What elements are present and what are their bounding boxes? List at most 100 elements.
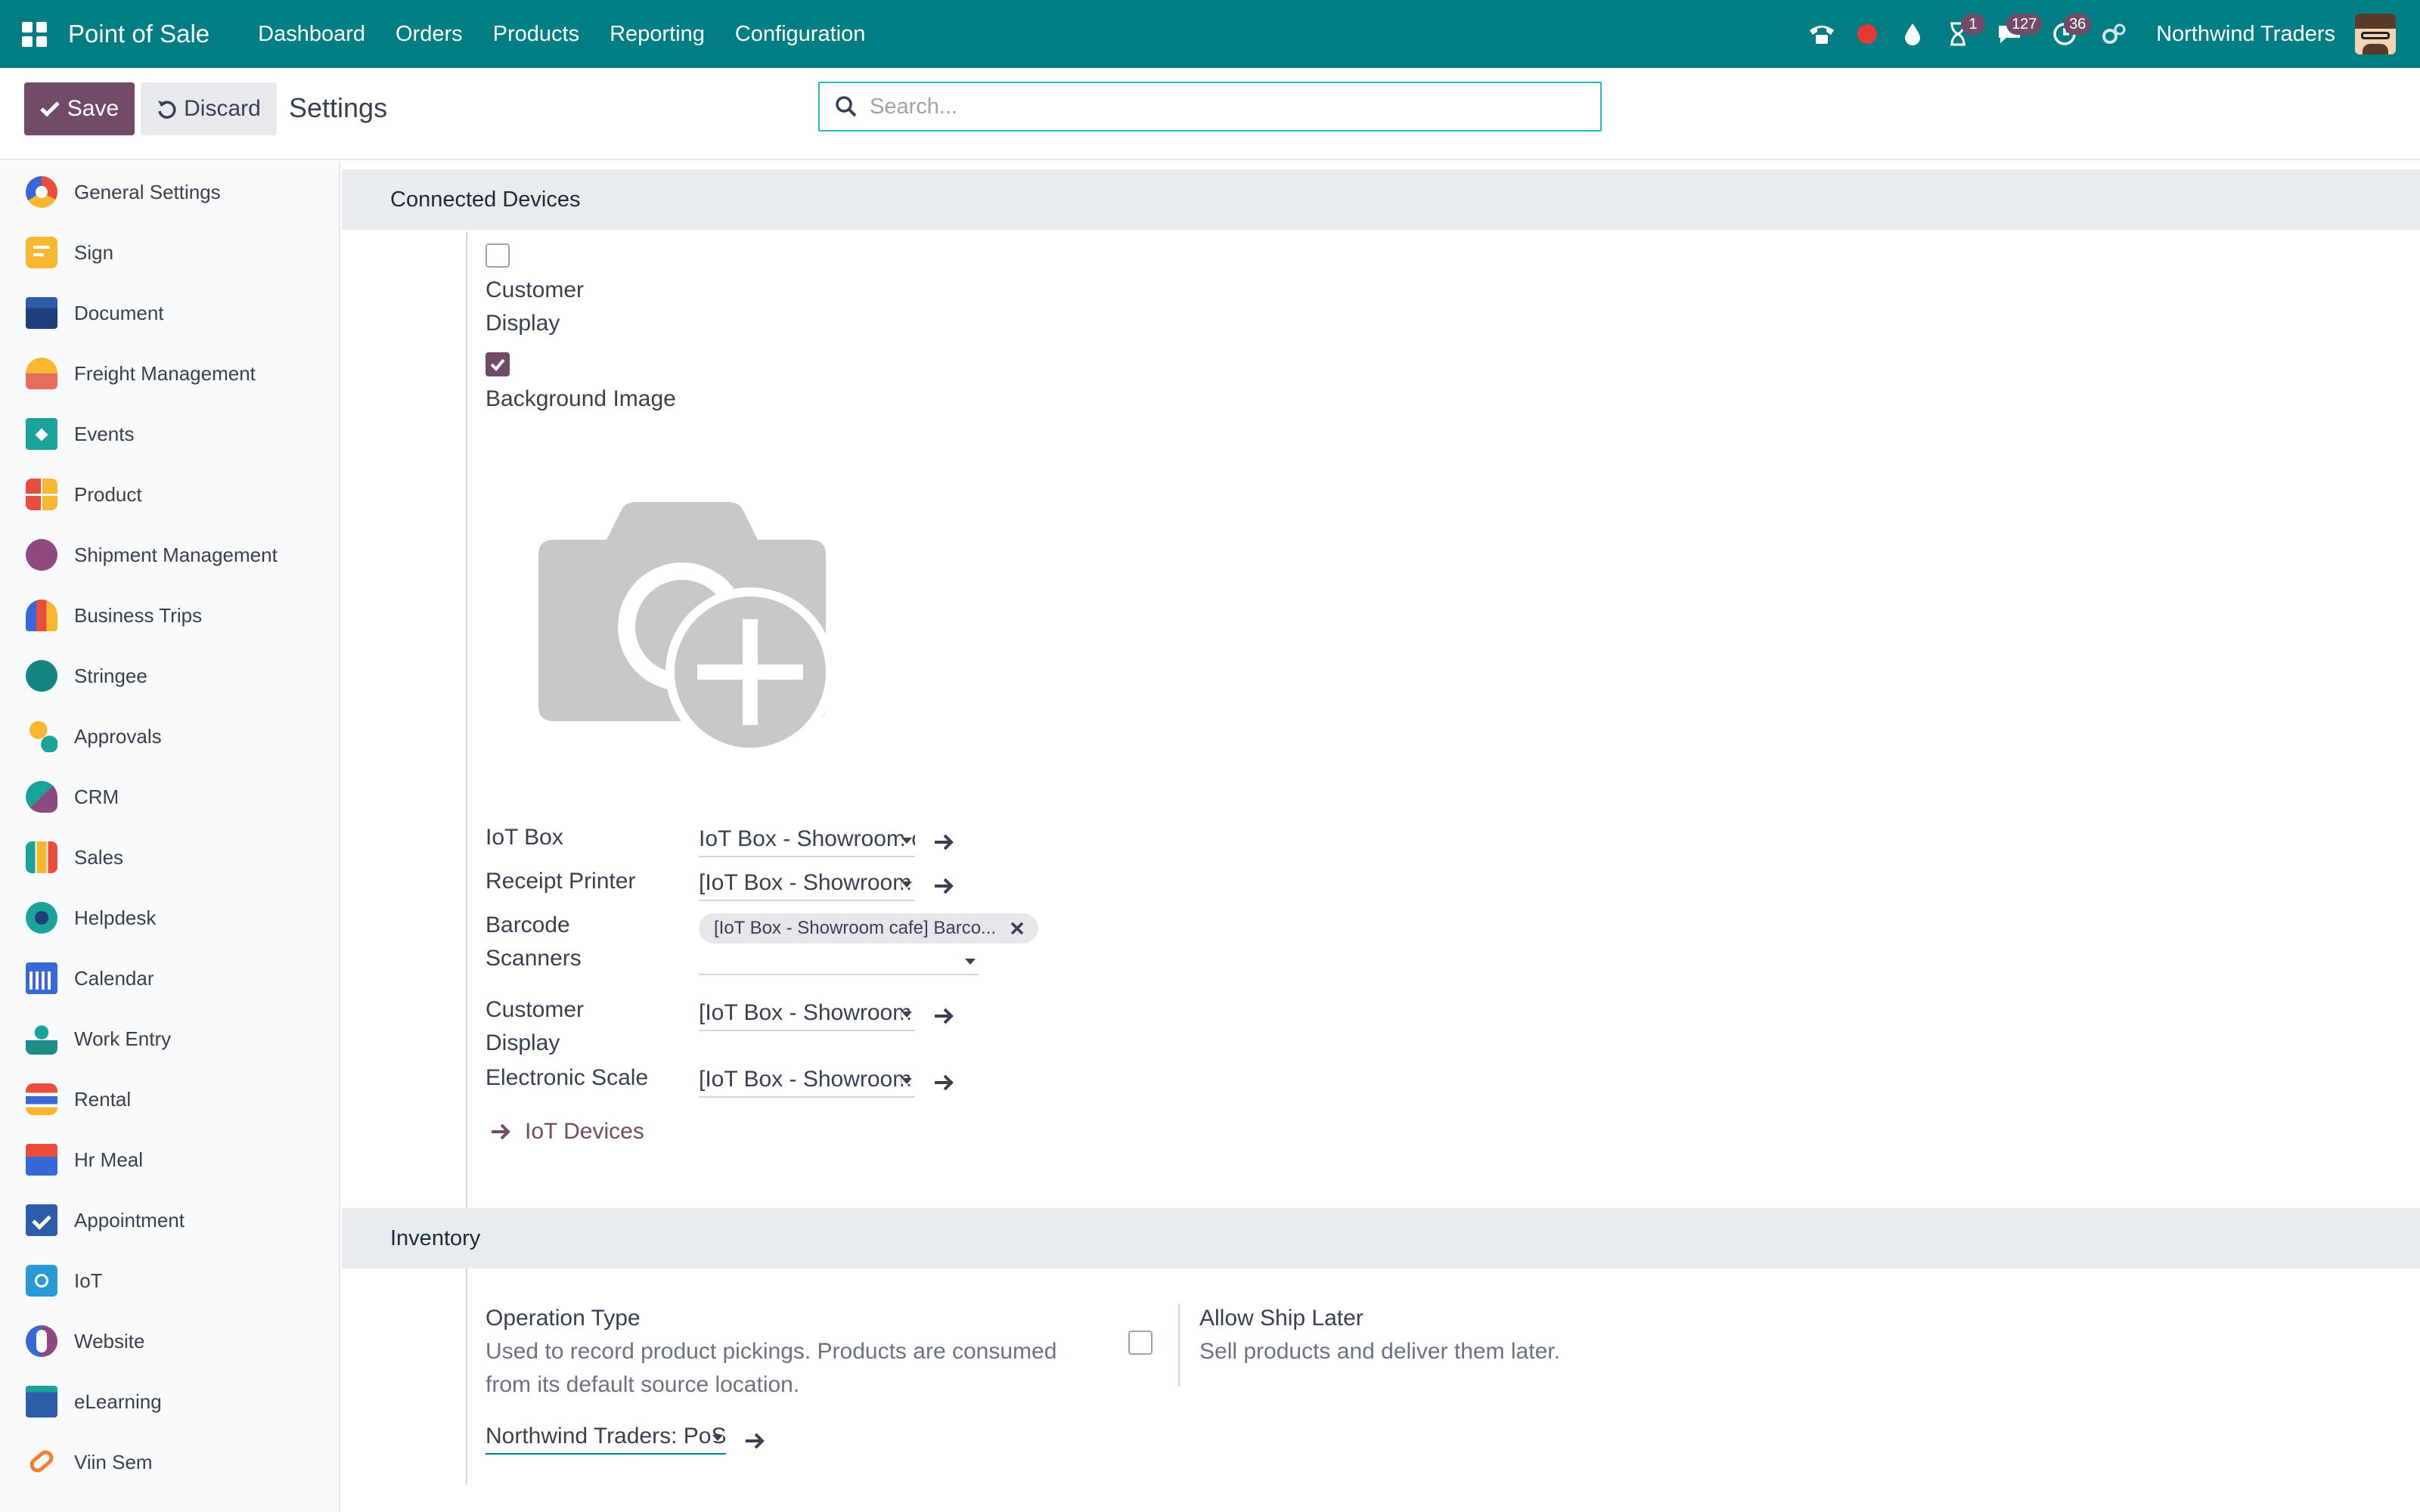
operation-type-select[interactable]: Northwind Traders: PoS Orders (486, 1421, 726, 1455)
messages-icon[interactable]: 127 (1981, 0, 2043, 68)
business-trips-icon (26, 600, 57, 631)
clock-badge: 36 (2064, 14, 2092, 35)
phone-icon[interactable] (1799, 0, 1844, 68)
chevron-down-icon (901, 1078, 912, 1084)
viin-sem-icon (26, 1446, 57, 1478)
iot-devices-link[interactable]: IoT Devices (490, 1119, 644, 1145)
menu-reporting[interactable]: Reporting (594, 22, 720, 47)
electronic-scale-select[interactable]: [IoT Box - Showroom cafe] Scale (699, 1064, 915, 1098)
undo-icon (158, 101, 176, 119)
customer-display-open-arrow-icon[interactable] (929, 1001, 959, 1031)
barcode-scanners-label: Barcode Scanners (486, 912, 582, 971)
freight-icon (26, 358, 57, 389)
activity-icon[interactable]: 1 (1935, 0, 1986, 68)
sidebar-item-elearning[interactable]: eLearning (0, 1371, 339, 1432)
sidebar-item-document[interactable]: Document (0, 283, 339, 343)
apps-menu-icon[interactable] (0, 0, 68, 68)
sidebar-item-shipment-management[interactable]: Shipment Management (0, 525, 339, 585)
discard-button[interactable]: Discard (141, 82, 277, 135)
sidebar-item-appointment[interactable]: Appointment (0, 1190, 339, 1250)
sidebar-item-work-entry[interactable]: Work Entry (0, 1009, 339, 1069)
receipt-printer-open-arrow-icon[interactable] (929, 871, 959, 901)
sidebar-item-business-trips[interactable]: Business Trips (0, 585, 339, 646)
sidebar-item-label: Stringee (74, 664, 147, 687)
receipt-printer-label: Receipt Printer (486, 869, 636, 894)
sidebar-item-label: Approvals (74, 724, 162, 748)
section-inventory: Inventory (342, 1208, 2420, 1269)
iot-box-open-arrow-icon[interactable] (929, 827, 959, 857)
sidebar-item-label: Helpdesk (74, 906, 157, 929)
sidebar-item-label: Work Entry (74, 1027, 172, 1050)
control-panel: Save Discard Settings (0, 68, 2420, 160)
operation-type-open-arrow-icon[interactable] (740, 1426, 770, 1456)
operation-type-label: Operation Type (486, 1306, 641, 1331)
barcode-scanner-tag: [IoT Box - Showroom cafe] Barco... (699, 913, 1039, 943)
sidebar-item-approvals[interactable]: Approvals (0, 706, 339, 767)
allow-ship-later-checkbox[interactable] (1128, 1331, 1153, 1355)
background-image-checkbox[interactable] (486, 352, 510, 376)
app-brand[interactable]: Point of Sale (68, 20, 209, 48)
sidebar-item-product[interactable]: Product (0, 464, 339, 525)
sidebar-item-iot[interactable]: IoT (0, 1250, 339, 1311)
sidebar-item-label: CRM (74, 785, 119, 808)
iot-box-select[interactable]: IoT Box - Showroom cafe (699, 824, 915, 857)
arrow-right-icon (492, 1123, 510, 1140)
sidebar-item-sign[interactable]: Sign (0, 222, 339, 283)
receipt-printer-select[interactable]: [IoT Box - Showroom cafe] Printer (699, 868, 915, 901)
sidebar-item-freight-management[interactable]: Freight Management (0, 343, 339, 404)
sidebar-item-rental[interactable]: Rental (0, 1069, 339, 1129)
company-switcher[interactable]: Northwind Traders (2156, 22, 2335, 47)
sidebar-item-stringee[interactable]: Stringee (0, 646, 339, 706)
allow-ship-later-label: Allow Ship Later (1199, 1306, 1364, 1331)
stringee-icon (26, 660, 57, 692)
menu-orders[interactable]: Orders (380, 22, 478, 47)
appointment-icon (26, 1204, 57, 1236)
website-icon (26, 1325, 57, 1357)
debug-gears-icon[interactable] (2091, 0, 2136, 68)
save-button-label: Save (67, 96, 119, 121)
sidebar-item-website[interactable]: Website (0, 1311, 339, 1371)
search-input[interactable] (870, 94, 1550, 119)
sidebar-item-crm[interactable]: CRM (0, 767, 339, 827)
menu-configuration[interactable]: Configuration (720, 22, 881, 47)
search-bar[interactable] (818, 82, 1602, 132)
clock-icon[interactable]: 36 (2038, 0, 2092, 68)
rental-icon (26, 1083, 57, 1115)
sidebar-item-label: Appointment (74, 1208, 185, 1232)
menu-dashboard[interactable]: Dashboard (243, 22, 380, 47)
barcode-scanners-input[interactable] (699, 948, 979, 975)
sidebar-item-calendar[interactable]: Calendar (0, 948, 339, 1009)
camera-placeholder-icon[interactable] (523, 494, 841, 785)
sidebar-item-helpdesk[interactable]: Helpdesk (0, 888, 339, 948)
background-image-label: Background Image (486, 386, 676, 411)
remove-tag-icon[interactable] (1010, 921, 1025, 936)
crm-icon (26, 781, 57, 813)
sidebar-item-events[interactable]: Events (0, 404, 339, 464)
sidebar-item-sales[interactable]: Sales (0, 827, 339, 888)
customer-display-select[interactable]: [IoT Box - Showroom cafe] Display (699, 998, 915, 1031)
sidebar-item-general-settings[interactable]: General Settings (0, 162, 339, 222)
sidebar-item-hr-meal[interactable]: Hr Meal (0, 1129, 339, 1190)
elearning-icon (26, 1386, 57, 1418)
sign-icon (26, 237, 57, 268)
setting-divider (466, 231, 467, 1335)
sidebar-item-label: Hr Meal (74, 1148, 144, 1171)
search-icon (836, 96, 857, 117)
electronic-scale-label: Electronic Scale (486, 1065, 649, 1090)
record-icon[interactable] (1844, 0, 1890, 68)
customer-display-checkbox[interactable] (486, 243, 510, 268)
chevron-down-icon (901, 881, 912, 888)
save-button[interactable]: Save (24, 82, 135, 135)
drop-icon[interactable] (1890, 0, 1935, 68)
sidebar-item-label: General Settings (74, 180, 221, 203)
settings-content: Connected Devices Customer Display Backg… (342, 162, 2420, 1512)
user-avatar[interactable] (2355, 14, 2396, 54)
menu-products[interactable]: Products (478, 22, 594, 47)
calendar-icon (26, 962, 57, 994)
sidebar-item-viin-sem[interactable]: Viin Sem (0, 1432, 339, 1492)
iot-icon (26, 1265, 57, 1297)
approvals-icon (26, 720, 57, 752)
document-icon (26, 297, 57, 329)
sidebar-item-label: Rental (74, 1087, 132, 1111)
electronic-scale-open-arrow-icon[interactable] (929, 1067, 959, 1098)
